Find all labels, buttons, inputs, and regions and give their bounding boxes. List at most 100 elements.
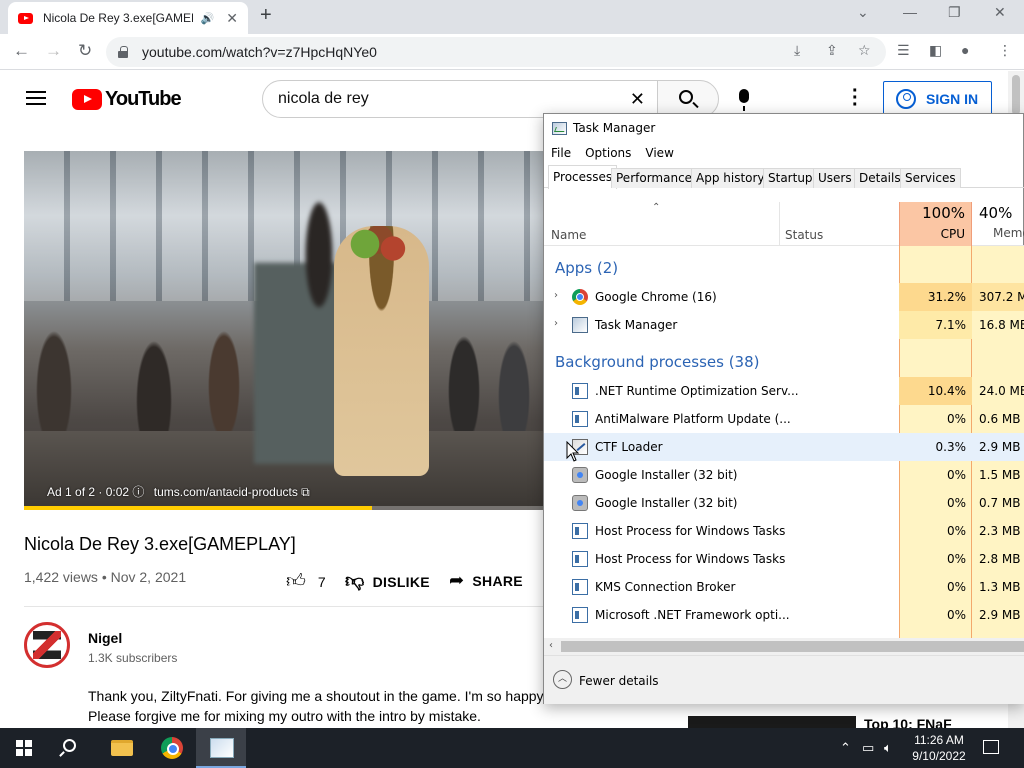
url-text: youtube.com/watch?v=z7HpcHqNYe0 [142,44,377,60]
taskbar-clock[interactable]: 11:26 AM 9/10/2022 [905,732,973,764]
divider [24,606,544,607]
process-name: Google Installer (32 bit) [595,496,738,510]
side-panel-icon[interactable]: ◧ [929,42,942,59]
tab-search-icon[interactable]: ⌄ [857,4,869,21]
description-line: Please forgive me for mixing my outro wi… [88,708,481,724]
process-row[interactable]: › Google Chrome (16) 31.2% 307.2 MB [544,283,1024,311]
voice-search-icon[interactable] [739,89,749,111]
sign-in-button[interactable]: SIGN IN [883,81,992,117]
column-cpu[interactable]: 100% CPU [899,202,972,246]
process-row[interactable]: › Task Manager 7.1% 16.8 MB [544,311,1024,339]
tab-users[interactable]: Users [813,168,857,188]
tab-processes[interactable]: Processes [548,165,618,189]
network-icon[interactable]: ▭ [862,740,874,756]
profile-icon[interactable]: ● [961,42,969,58]
memory-label: Memory [993,226,1024,240]
windows-start-icon[interactable] [16,740,32,756]
process-memory: 1.5 MB [979,468,1021,482]
dislike-label: DISLIKE [372,573,430,590]
video-burrito-mascot [334,226,429,476]
youtube-favicon-icon [18,12,33,24]
lock-icon[interactable] [118,46,128,58]
process-memory: 16.8 MB [979,318,1024,332]
process-row[interactable]: Host Process for Windows Tasks 0% 2.8 MB [544,545,1024,573]
video-meta: 1,422 views • Nov 2, 2021 [24,569,187,585]
menu-options[interactable]: Options [585,146,631,160]
notification-center-icon[interactable] [983,740,999,754]
ad-info-icon[interactable]: ⓘ [132,485,144,499]
process-row[interactable]: Host Process for Windows Tasks 0% 2.3 MB [544,517,1024,545]
share-label: SHARE [472,572,523,589]
fewer-details-link[interactable]: Fewer details [579,674,659,688]
file-explorer-icon[interactable] [111,740,133,756]
reload-icon[interactable]: ↻ [78,41,92,61]
scrollbar-thumb[interactable] [1012,75,1020,115]
share-page-icon[interactable]: ⇪ [826,42,838,59]
youtube-logo[interactable]: YouTube [72,88,182,111]
address-bar[interactable]: youtube.com/watch?v=z7HpcHqNYe0 [106,37,886,67]
scroll-left-icon[interactable]: ‹ [549,640,553,651]
process-row[interactable]: KMS Connection Broker 0% 1.3 MB [544,573,1024,601]
process-row[interactable]: Microsoft .NET Framework opti... 0% 2.9 … [544,601,1024,629]
channel-subscribers: 1.3K subscribers [88,651,178,665]
install-icon[interactable]: ⤓ [794,42,800,59]
like-button[interactable]: 👍︎ 7 [286,570,326,593]
speaker-icon[interactable]: 🔊 [201,12,215,25]
bookmark-star-icon[interactable]: ☆ [858,42,871,59]
clear-search-icon[interactable]: ✕ [630,89,645,110]
process-row[interactable]: Google Installer (32 bit) 0% 1.5 MB [544,461,1024,489]
channel-avatar[interactable] [24,622,70,668]
process-row[interactable]: AntiMalware Platform Update (... 0% 0.6 … [544,405,1024,433]
video-description: Thank you, ZiltyFnati. For giving me a s… [88,686,548,726]
horizontal-scroll-thumb[interactable] [561,641,1024,652]
task-manager-titlebar[interactable]: Task Manager [544,114,1024,142]
process-row[interactable]: .NET Runtime Optimization Serv... 10.4% … [544,377,1024,405]
settings-menu-icon[interactable]: · · · [852,81,859,115]
menu-file[interactable]: File [551,146,571,160]
back-icon[interactable]: ← [13,41,30,61]
ad-link[interactable]: tums.com/antacid-products [154,485,298,499]
column-status[interactable]: Status [785,228,823,242]
dislike-button[interactable]: 👎︎ DISLIKE [345,570,430,593]
restore-icon[interactable]: ❐ [948,4,961,21]
expand-chevron-icon[interactable]: › [554,318,558,329]
minimize-icon[interactable]: — [903,4,917,20]
menu-view[interactable]: View [645,146,673,160]
media-control-icon[interactable]: ☰ [897,42,910,59]
column-separator [779,202,780,246]
tab-performance[interactable]: Performance [611,168,698,188]
expand-chevron-icon[interactable]: › [554,290,558,301]
task-manager-taskbar-icon[interactable] [196,728,246,768]
process-row[interactable]: CTF Loader 0.3% 2.9 MB [544,433,1024,461]
tab-app-history[interactable]: App history [691,168,770,188]
collapse-chevron-icon[interactable]: ︿ [553,670,572,689]
chrome-menu-icon[interactable]: ⋮ [998,42,1012,59]
process-name: CTF Loader [595,440,663,454]
horizontal-scrollbar[interactable]: ‹ [544,638,1024,655]
browser-tab[interactable]: Nicola De Rey 3.exe[GAMEPLAY] 🔊 ✕ [8,2,248,34]
process-memory: 24.0 MB [979,384,1024,398]
new-tab-icon[interactable]: + [260,4,272,27]
chrome-taskbar-icon[interactable] [161,737,183,759]
hamburger-menu-icon[interactable] [26,91,46,105]
window-close-icon[interactable]: ✕ [994,4,1006,21]
tab-close-icon[interactable]: ✕ [226,10,238,27]
column-name[interactable]: Name [551,228,586,242]
tab-details[interactable]: Details [854,168,906,188]
video-player[interactable]: Ad 1 of 2 · 0:02 ⓘ tums.com/antacid-prod… [24,151,544,510]
windows-taskbar: ⌃ ▭ 🔈︎ 11:26 AM 9/10/2022 [0,728,1024,768]
taskbar-search-icon[interactable] [63,739,76,752]
volume-icon[interactable]: 🔈︎ [884,740,892,756]
tab-startup[interactable]: Startup [763,168,818,188]
forward-icon[interactable]: → [45,41,62,61]
show-hidden-icons-icon[interactable]: ⌃ [840,740,851,756]
share-button[interactable]: ➦ SHARE [449,570,523,591]
process-name: Google Installer (32 bit) [595,468,738,482]
process-memory: 2.8 MB [979,552,1021,566]
channel-name[interactable]: Nigel [88,630,122,646]
tab-services[interactable]: Services [900,168,961,188]
process-name: KMS Connection Broker [595,580,736,594]
ad-progress-bar[interactable] [24,506,544,510]
column-memory[interactable]: 40% Memory [972,202,1024,246]
process-row[interactable]: Google Installer (32 bit) 0% 0.7 MB [544,489,1024,517]
